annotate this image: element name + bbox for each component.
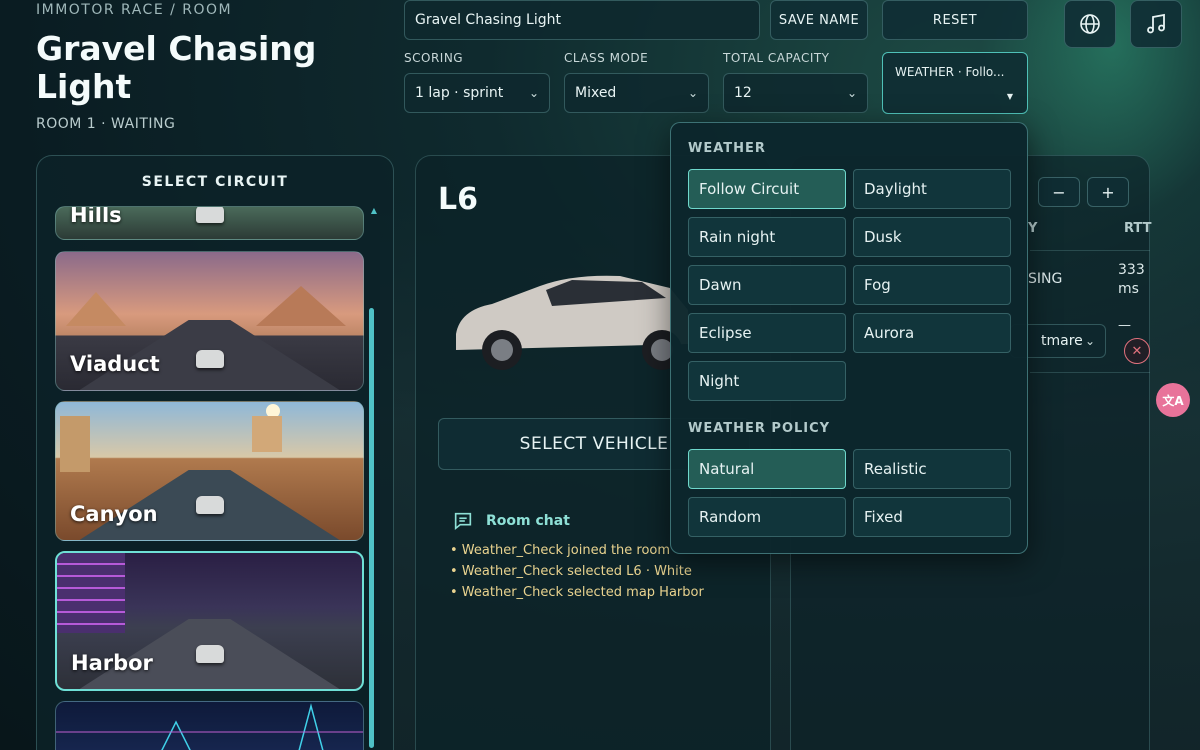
car-thumbnail: [195, 350, 224, 368]
policy-option-random[interactable]: Random: [688, 497, 846, 537]
chat-title: Room chat: [486, 513, 570, 529]
circuit-label: Viaduct: [70, 352, 160, 376]
scroll-up-icon[interactable]: ▲: [371, 206, 377, 215]
music-button[interactable]: [1130, 0, 1182, 48]
translate-icon: 文A: [1162, 393, 1184, 408]
circuit-label: Hills: [70, 206, 122, 227]
divider: [1030, 372, 1150, 373]
circuit-label: Harbor: [71, 651, 153, 675]
policy-option-natural[interactable]: Natural: [688, 449, 846, 489]
weather-option-dawn[interactable]: Dawn: [688, 265, 846, 305]
chat-message: • Weather_Check joined the room: [450, 543, 671, 558]
translate-button[interactable]: 文A: [1156, 383, 1190, 417]
breadcrumb: IMMOTOR RACE / ROOM: [36, 2, 233, 18]
chat-message: • Weather_Check selected map Harbor: [450, 585, 704, 600]
weather-popup: WEATHER Follow Circuit Daylight Rain nig…: [670, 122, 1028, 554]
weather-option-daylight[interactable]: Daylight: [853, 169, 1011, 209]
policy-option-realistic[interactable]: Realistic: [853, 449, 1011, 489]
scoring-select[interactable]: 1 lap · sprint ⌄: [404, 73, 550, 113]
weather-policy-heading: WEATHER POLICY: [688, 421, 831, 436]
close-icon: ✕: [1131, 343, 1143, 359]
chevron-down-icon: ⌄: [846, 86, 857, 100]
weather-option-night[interactable]: Night: [688, 361, 846, 401]
chevron-down-icon: ⌄: [687, 86, 698, 100]
divider: [1030, 250, 1150, 251]
vehicle-preview: [452, 266, 692, 381]
weather-option-eclipse[interactable]: Eclipse: [688, 313, 846, 353]
player-rtt-unit: ms: [1118, 281, 1139, 297]
weather-option-follow-circuit[interactable]: Follow Circuit: [688, 169, 846, 209]
remove-player-button[interactable]: ✕: [1124, 338, 1150, 364]
save-name-button[interactable]: SAVE NAME: [770, 0, 868, 40]
circuit-heading: SELECT CIRCUIT: [141, 174, 289, 190]
language-button[interactable]: [1064, 0, 1116, 48]
player-difficulty-value: tmare: [1041, 333, 1083, 349]
column-header-rtt: RTT: [1124, 221, 1152, 236]
circuit-card-harbor[interactable]: Harbor: [55, 551, 364, 691]
vehicle-name: L6: [438, 182, 478, 217]
capacity-select[interactable]: 12 ⌄: [723, 73, 868, 113]
chat-message: • Weather_Check selected L6 · White: [450, 564, 692, 579]
car-image: [456, 275, 688, 370]
circuit-label: Canyon: [70, 502, 158, 526]
decrease-button[interactable]: −: [1038, 177, 1080, 207]
weather-option-dusk[interactable]: Dusk: [853, 217, 1011, 257]
music-note-icon: [1147, 13, 1165, 34]
room-status: ROOM 1 · WAITING: [36, 116, 176, 132]
car-thumbnail: [195, 207, 224, 223]
car-thumbnail: [195, 496, 224, 514]
class-mode-value: Mixed: [575, 85, 617, 101]
room-name-input[interactable]: Gravel Chasing Light: [404, 0, 760, 40]
circuit-card-hills[interactable]: Hills: [55, 206, 364, 240]
weather-dropdown-button[interactable]: WEATHER · Follo... ▼: [882, 52, 1028, 114]
scrollbar[interactable]: [369, 308, 374, 748]
weather-value: WEATHER · Follo...: [895, 65, 1005, 79]
class-mode-label: CLASS MODE: [564, 51, 649, 65]
column-header: Y: [1028, 221, 1038, 236]
player-status: SING: [1028, 271, 1063, 287]
mountain-shape: [66, 292, 126, 326]
weather-option-rain-night[interactable]: Rain night: [688, 217, 846, 257]
capacity-label: TOTAL CAPACITY: [723, 51, 830, 65]
circuit-card-canyon[interactable]: Canyon: [55, 401, 364, 541]
class-mode-select[interactable]: Mixed ⌄: [564, 73, 709, 113]
car-thumbnail: [195, 645, 224, 663]
caret-down-icon: ▼: [1006, 92, 1013, 101]
scoring-label: SCORING: [404, 51, 464, 65]
weather-option-aurora[interactable]: Aurora: [853, 313, 1011, 353]
increase-button[interactable]: +: [1087, 177, 1129, 207]
policy-option-fixed[interactable]: Fixed: [853, 497, 1011, 537]
circuit-card-next[interactable]: [55, 701, 364, 750]
chat-icon: [452, 510, 474, 536]
weather-heading: WEATHER: [688, 141, 766, 156]
wireframe-shape: [56, 703, 363, 750]
circuit-card-viaduct[interactable]: Viaduct: [55, 251, 364, 391]
weather-option-fog[interactable]: Fog: [853, 265, 1011, 305]
circuit-panel: SELECT CIRCUIT ▲ Hills Viaduct Canyon Ha…: [36, 155, 394, 750]
chevron-down-icon: ⌄: [1084, 334, 1095, 348]
rock-shape: [60, 416, 90, 472]
chevron-down-icon: ⌄: [528, 86, 539, 100]
capacity-value: 12: [734, 85, 752, 101]
reset-button[interactable]: RESET: [882, 0, 1028, 40]
globe-icon: [1080, 14, 1100, 34]
building-shape: [57, 553, 125, 633]
player-rtt-value: 333: [1118, 262, 1145, 278]
player-dash: —: [1118, 318, 1131, 333]
page-title: Gravel Chasing Light: [36, 29, 317, 106]
scoring-value: 1 lap · sprint: [415, 85, 504, 101]
mountain-shape: [256, 286, 346, 326]
rock-shape: [252, 416, 282, 452]
